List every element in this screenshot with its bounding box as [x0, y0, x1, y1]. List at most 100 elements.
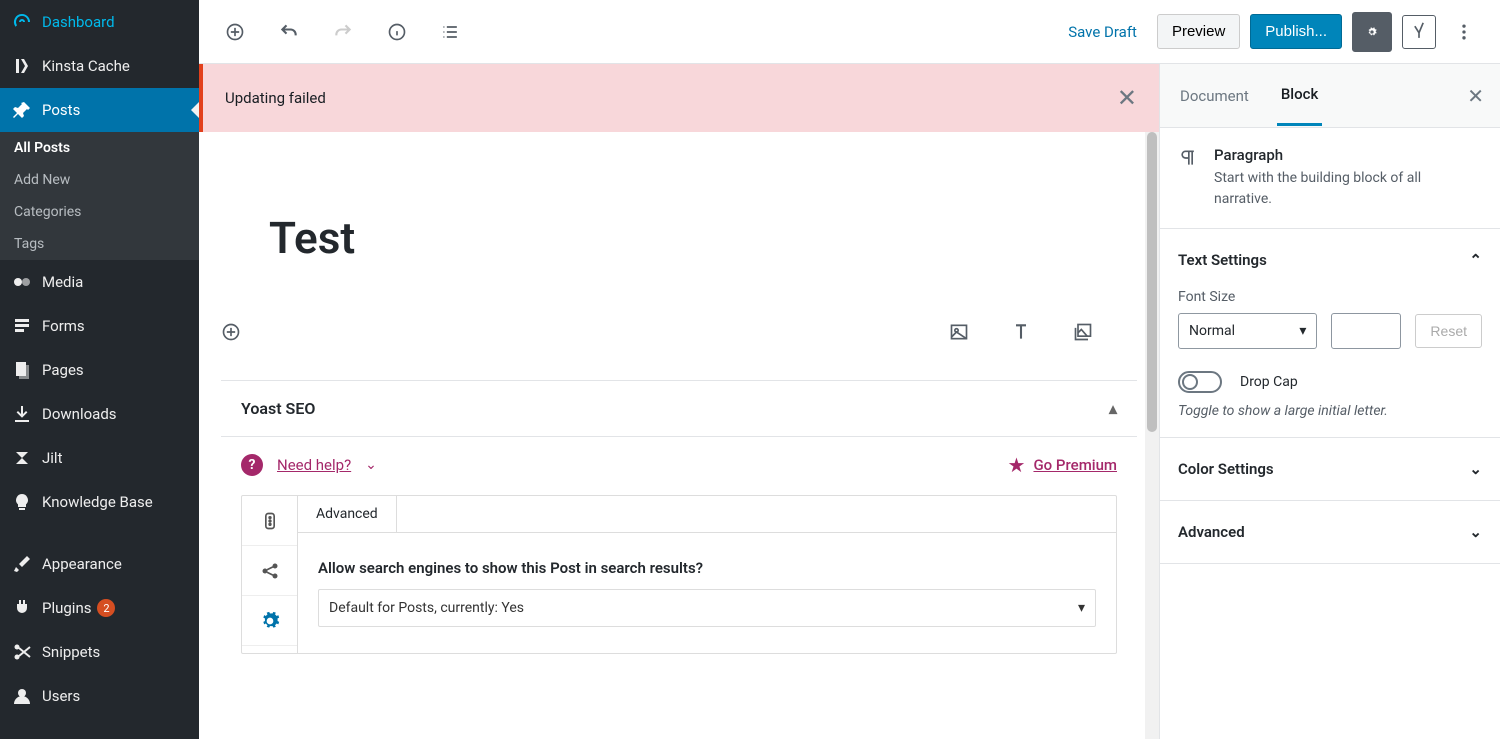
admin-sidebar: Dashboard Kinsta Cache Posts All Posts A… — [0, 0, 199, 739]
yoast-collapse-button[interactable]: ▴ — [1109, 399, 1117, 418]
settings-panel: Document Block ✕ Paragraph Start with th… — [1160, 64, 1500, 739]
sidebar-item-jilt[interactable]: Jilt — [0, 436, 199, 480]
kinsta-icon — [12, 56, 32, 76]
notice-dismiss-button[interactable]: ✕ — [1117, 84, 1137, 112]
chevron-down-icon: ▾ — [1078, 600, 1085, 616]
drop-cap-label: Drop Cap — [1240, 374, 1298, 390]
error-notice: Updating failed ✕ — [199, 64, 1159, 132]
content-info-button[interactable] — [379, 14, 415, 50]
tab-document[interactable]: Document — [1176, 87, 1253, 125]
save-draft-button[interactable]: Save Draft — [1058, 17, 1147, 47]
sidebar-item-label: Snippets — [42, 643, 100, 661]
sidebar-item-kinsta[interactable]: Kinsta Cache — [0, 44, 199, 88]
scissors-icon — [12, 642, 32, 662]
insert-image-button[interactable] — [941, 314, 977, 350]
font-size-label: Font Size — [1178, 289, 1482, 305]
go-premium-link[interactable]: Go Premium — [1033, 456, 1117, 474]
sidebar-item-dashboard[interactable]: Dashboard — [0, 0, 199, 44]
sidebar-item-forms[interactable]: Forms — [0, 304, 199, 348]
sidebar-item-label: Appearance — [42, 555, 122, 573]
jilt-icon — [12, 448, 32, 468]
brush-icon — [12, 554, 32, 574]
font-size-reset-button[interactable]: Reset — [1415, 314, 1482, 348]
submenu-add-new[interactable]: Add New — [0, 164, 199, 196]
advanced-toggle[interactable]: Advanced ⌄ — [1178, 519, 1482, 545]
add-paragraph-button[interactable] — [213, 314, 249, 350]
insert-gallery-button[interactable] — [1065, 314, 1101, 350]
sidebar-item-plugins[interactable]: Plugins 2 — [0, 586, 199, 630]
sidebar-item-posts[interactable]: Posts — [0, 88, 199, 132]
sidebar-item-appearance[interactable]: Appearance — [0, 542, 199, 586]
sidebar-item-label: Pages — [42, 361, 84, 379]
star-icon: ★ — [1008, 453, 1026, 477]
help-icon: ? — [241, 454, 263, 476]
users-icon — [12, 686, 32, 706]
block-type-desc: Start with the building block of all nar… — [1214, 168, 1482, 210]
downloads-icon — [12, 404, 32, 424]
text-settings-toggle[interactable]: Text Settings ⌃ — [1178, 247, 1482, 273]
submenu-tags[interactable]: Tags — [0, 228, 199, 260]
lightbulb-icon — [12, 492, 32, 512]
chevron-down-icon[interactable]: ⌄ — [365, 457, 377, 473]
scrollbar-thumb[interactable] — [1147, 132, 1157, 432]
chevron-up-icon: ⌃ — [1469, 251, 1482, 269]
tab-block[interactable]: Block — [1277, 85, 1322, 126]
editor-canvas: Updating failed ✕ Test — [199, 64, 1160, 739]
sidebar-item-label: Media — [42, 273, 83, 291]
posts-submenu: All Posts Add New Categories Tags — [0, 132, 199, 260]
notice-message: Updating failed — [225, 89, 326, 107]
yoast-advanced-content-tab[interactable]: Advanced — [298, 496, 397, 532]
redo-button[interactable] — [325, 14, 361, 50]
preview-button[interactable]: Preview — [1157, 14, 1240, 49]
sidebar-item-label: Knowledge Base — [42, 493, 153, 511]
yoast-readability-tab[interactable] — [242, 496, 297, 546]
chevron-down-icon: ⌄ — [1469, 523, 1482, 541]
drop-cap-toggle[interactable] — [1178, 371, 1222, 393]
yoast-meta-box: Yoast SEO ▴ ? Need help? ⌄ ★ — [221, 380, 1137, 654]
sidebar-item-users[interactable]: Users — [0, 674, 199, 718]
editor-scrollbar[interactable] — [1145, 132, 1159, 739]
sidebar-item-label: Dashboard — [42, 13, 115, 31]
paragraph-icon — [1178, 148, 1198, 172]
sidebar-item-label: Users — [42, 687, 80, 705]
pages-icon — [12, 360, 32, 380]
post-title-input[interactable]: Test — [269, 212, 1089, 264]
font-size-input[interactable] — [1331, 313, 1401, 349]
publish-button[interactable]: Publish... — [1250, 14, 1342, 49]
add-block-button[interactable] — [217, 14, 253, 50]
yoast-social-tab[interactable] — [242, 546, 297, 596]
more-options-button[interactable] — [1446, 14, 1482, 50]
submenu-all-posts[interactable]: All Posts — [0, 132, 199, 164]
insert-heading-button[interactable] — [1003, 314, 1039, 350]
plug-icon — [12, 598, 32, 618]
sidebar-item-pages[interactable]: Pages — [0, 348, 199, 392]
sidebar-item-downloads[interactable]: Downloads — [0, 392, 199, 436]
sidebar-item-knowledge[interactable]: Knowledge Base — [0, 480, 199, 524]
sidebar-item-snippets[interactable]: Snippets — [0, 630, 199, 674]
need-help-link[interactable]: Need help? — [277, 456, 351, 474]
block-type-label: Paragraph — [1214, 146, 1482, 164]
sidebar-item-label: Plugins — [42, 599, 91, 617]
editor-toolbar: Save Draft Preview Publish... — [199, 0, 1500, 64]
search-engines-select[interactable]: Default for Posts, currently: Yes ▾ — [318, 589, 1096, 627]
font-size-select[interactable]: Normal ▾ — [1178, 313, 1317, 349]
sidebar-item-label: Posts — [42, 101, 80, 119]
yoast-side-tabs — [242, 496, 298, 653]
settings-gear-button[interactable] — [1352, 12, 1392, 52]
yoast-advanced-tab[interactable] — [242, 596, 297, 646]
color-settings-toggle[interactable]: Color Settings ⌄ — [1178, 456, 1482, 482]
settings-close-button[interactable]: ✕ — [1467, 84, 1484, 108]
submenu-categories[interactable]: Categories — [0, 196, 199, 228]
pin-icon — [12, 100, 32, 120]
dashboard-icon — [12, 12, 32, 32]
forms-icon — [12, 316, 32, 336]
sidebar-item-label: Kinsta Cache — [42, 57, 130, 75]
drop-cap-hint: Toggle to show a large initial letter. — [1178, 403, 1482, 419]
undo-button[interactable] — [271, 14, 307, 50]
yoast-title: Yoast SEO — [241, 399, 315, 418]
sidebar-item-label: Forms — [42, 317, 85, 335]
block-nav-button[interactable] — [433, 14, 469, 50]
yoast-icon-button[interactable] — [1402, 15, 1436, 49]
chevron-down-icon: ▾ — [1299, 323, 1306, 339]
sidebar-item-media[interactable]: Media — [0, 260, 199, 304]
